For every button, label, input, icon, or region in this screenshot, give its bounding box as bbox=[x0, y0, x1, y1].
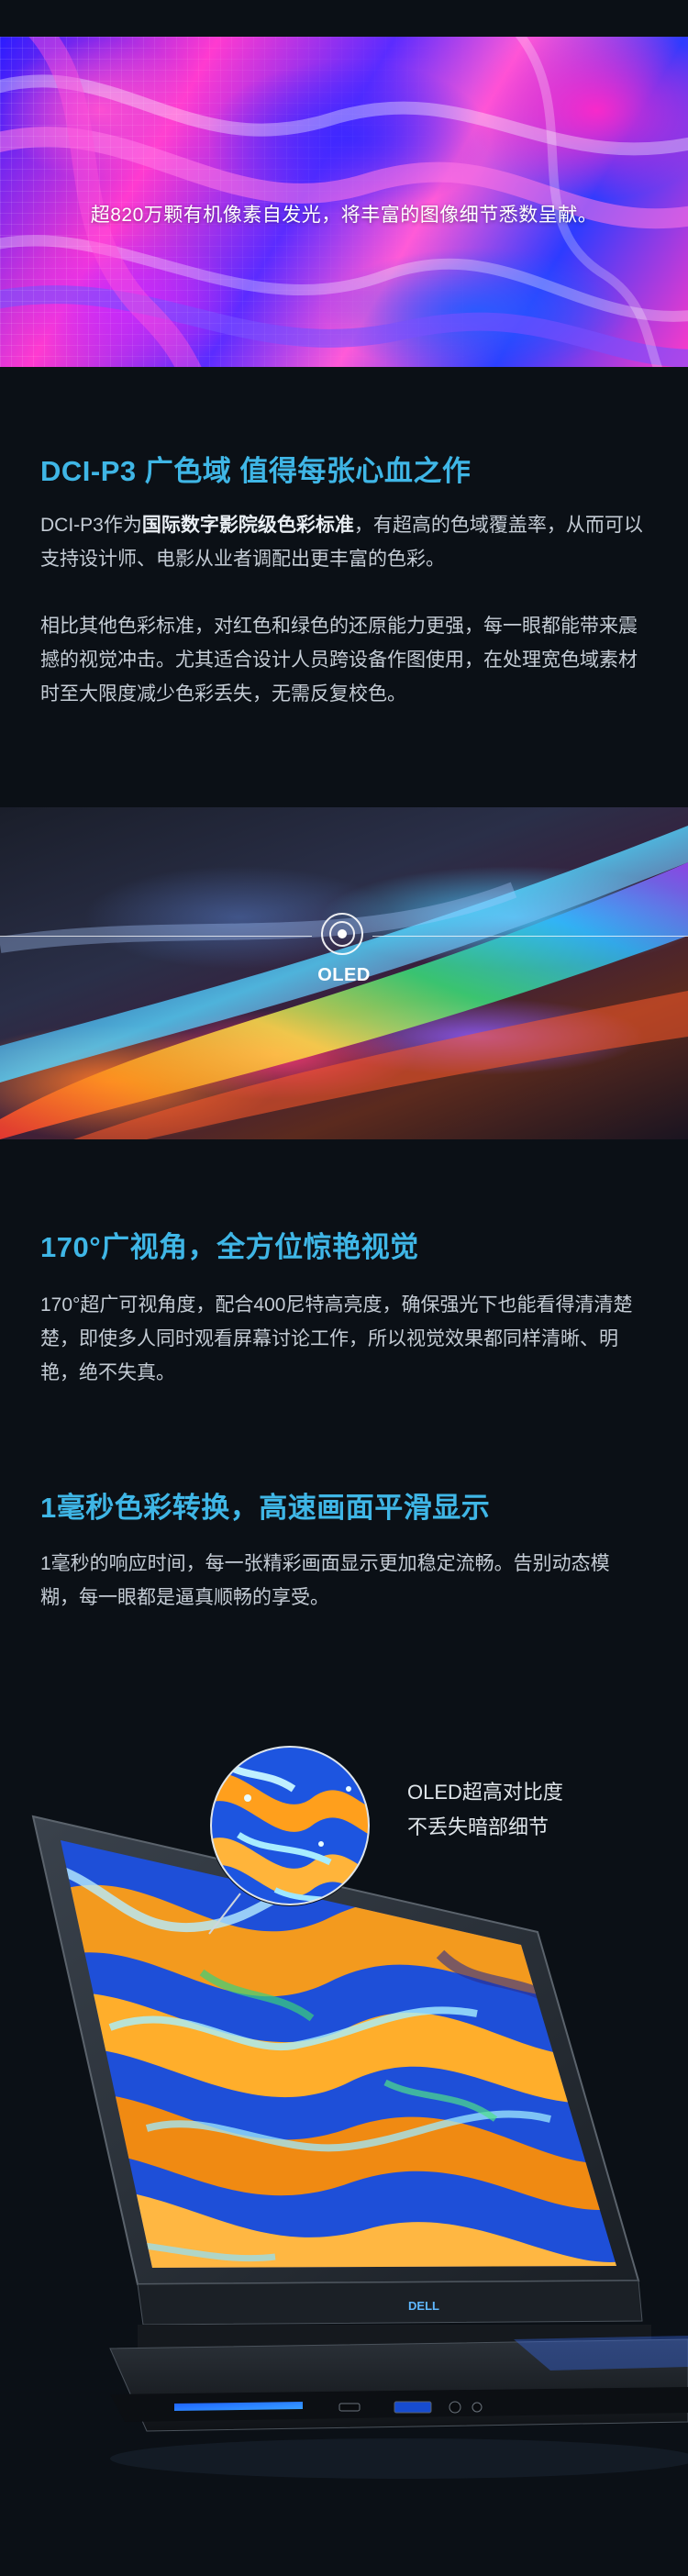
oled-target-icon bbox=[321, 913, 363, 955]
product-detail-page: 超820万颗有机像素自发光，将丰富的图像细节悉数呈献。 DCI-P3 广色域 值… bbox=[0, 0, 688, 2576]
viewing-angle-paragraph: 170°超广可视角度，配合400尼特高亮度，确保强光下也能看得清清楚楚，即使多人… bbox=[40, 1294, 633, 1383]
oled-label: OLED bbox=[317, 965, 371, 985]
viewing-angle-title: 170°广视角，全方位惊艳视觉 bbox=[40, 1231, 419, 1263]
dci-p3-title: DCI-P3 广色域 值得每张心血之作 bbox=[40, 455, 472, 487]
dell-logo: DELL bbox=[408, 2299, 439, 2313]
oled-target-dot bbox=[338, 929, 347, 938]
oled-divider-right bbox=[372, 936, 688, 937]
oled-contrast-note-line-2: 不丢失暗部细节 bbox=[407, 1815, 549, 1838]
oled-contrast-note: OLED超高对比度 不丢失暗部细节 bbox=[407, 1775, 563, 1845]
laptop-illustration: DELL bbox=[31, 1745, 688, 2479]
dci-p3-para1-bold: 国际数字影院级色彩标准 bbox=[141, 515, 354, 536]
dci-p3-paragraph-1: DCI-P3作为国际数字影院级色彩标准，有超高的色域覆盖率，从而可以支持设计师、… bbox=[40, 508, 648, 576]
oled-divider-left bbox=[0, 936, 312, 937]
response-time-title: 1毫秒色彩转换，高速画面平滑显示 bbox=[40, 1492, 491, 1524]
hero-caption: 超820万颗有机像素自发光，将丰富的图像细节悉数呈献。 bbox=[90, 205, 598, 226]
dci-p3-paragraph-2: 相比其他色彩标准，对红色和绿色的还原能力更强，每一眼都能带来震撼的视觉冲击。尤其… bbox=[40, 616, 638, 705]
response-time-paragraph: 1毫秒的响应时间，每一张精彩画面显示更加稳定流畅。告别动态模糊，每一眼都是逼真顺… bbox=[40, 1553, 610, 1608]
hero-banner-image: 超820万颗有机像素自发光，将丰富的图像细节悉数呈献。 bbox=[0, 37, 688, 367]
dci-p3-para1-prefix: DCI-P3作为 bbox=[40, 515, 142, 536]
oled-contrast-note-line-1: OLED超高对比度 bbox=[407, 1781, 563, 1804]
